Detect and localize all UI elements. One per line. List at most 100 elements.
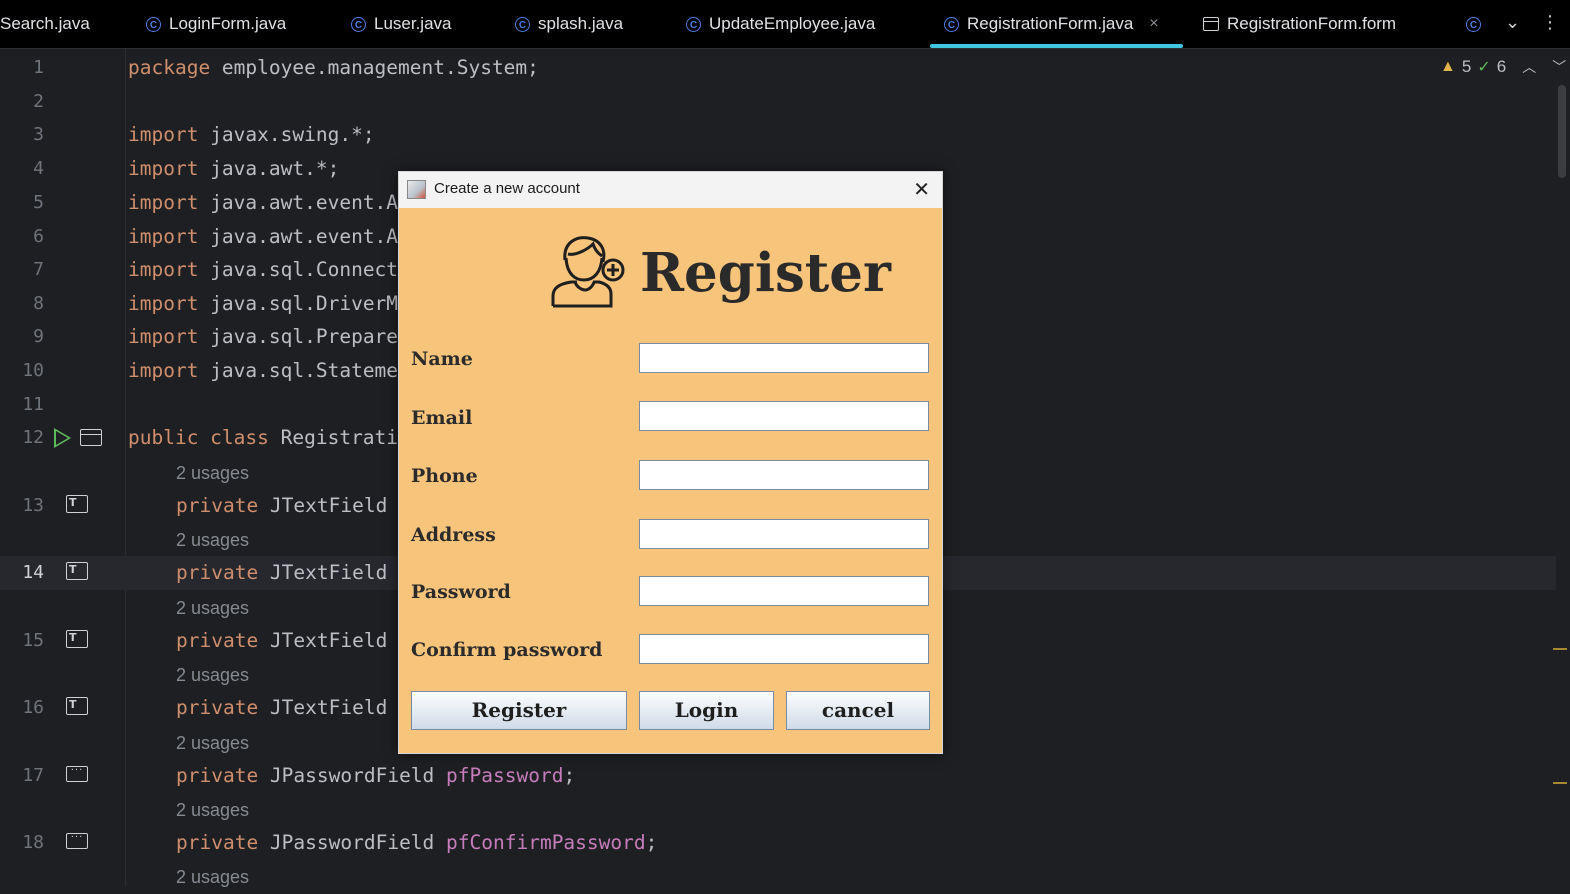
line-number: 9 bbox=[33, 326, 44, 347]
user-add-icon bbox=[551, 236, 625, 308]
password-field-icon[interactable]: ··· bbox=[66, 766, 88, 782]
line-number: 15 bbox=[22, 630, 44, 651]
code-text: package employee.management.System; bbox=[128, 56, 539, 79]
code-text: import java.sql.Stateme bbox=[128, 359, 399, 382]
code-text: public class Registrati bbox=[128, 426, 399, 449]
tab-label: RegistrationForm.form bbox=[1227, 14, 1397, 33]
tab-label: UpdateEmployee.java bbox=[709, 14, 876, 33]
name-label: Name bbox=[411, 348, 473, 370]
code-line: 3 import javax.swing.*; bbox=[0, 118, 1556, 152]
tab-registrationform-java[interactable]: C RegistrationForm.java × bbox=[930, 0, 1183, 48]
close-icon[interactable]: ✕ bbox=[913, 177, 930, 201]
code-text: import java.sql.Connect bbox=[128, 258, 399, 281]
tab-search-java[interactable]: Search.java bbox=[0, 0, 90, 48]
tab-updateemployee-java[interactable]: C UpdateEmployee.java bbox=[686, 0, 875, 48]
code-line: 17 ··· private JPasswordField pfPassword… bbox=[0, 759, 1556, 793]
line-number: 17 bbox=[22, 765, 44, 786]
class-icon: C bbox=[146, 16, 161, 32]
name-field[interactable] bbox=[639, 343, 929, 373]
form-icon bbox=[1203, 17, 1219, 31]
textfield-icon[interactable]: T bbox=[66, 495, 88, 513]
usages-hint[interactable]: 2 usages bbox=[176, 726, 249, 760]
usages-hint[interactable]: 2 usages bbox=[176, 860, 249, 894]
tab-label: splash.java bbox=[538, 14, 624, 33]
textfield-icon[interactable]: T bbox=[66, 562, 88, 580]
code-text: import javax.swing.*; bbox=[128, 123, 375, 146]
tab-loginform-java[interactable]: C LoginForm.java bbox=[146, 0, 286, 48]
code-line: 18 ··· private JPasswordField pfConfirmP… bbox=[0, 826, 1556, 860]
login-button[interactable]: Login bbox=[639, 691, 774, 730]
registration-dialog: Create a new account ✕ Register Name Ema… bbox=[398, 171, 943, 754]
phone-field[interactable] bbox=[639, 460, 929, 490]
tab-registrationform-form[interactable]: RegistrationForm.form bbox=[1203, 0, 1396, 48]
line-number: 11 bbox=[22, 394, 44, 415]
line-number: 7 bbox=[33, 259, 44, 280]
code-text: import java.awt.event.A bbox=[128, 225, 399, 248]
class-icon: C bbox=[1466, 16, 1481, 32]
email-label: Email bbox=[411, 407, 473, 429]
code-text: private JTextField bbox=[176, 561, 388, 584]
code-text: private JPasswordField pfConfirmPassword… bbox=[176, 831, 658, 854]
line-number: 2 bbox=[33, 91, 44, 112]
more-vertical-icon[interactable]: ⋮ bbox=[1541, 12, 1559, 33]
class-icon: C bbox=[686, 16, 701, 32]
usages-hint[interactable]: 2 usages bbox=[176, 456, 249, 490]
code-text: private JPasswordField pfPassword; bbox=[176, 764, 576, 787]
confirm-password-label: Confirm password bbox=[411, 639, 603, 661]
tab-luser-java[interactable]: C Luser.java bbox=[351, 0, 452, 48]
usages-hint[interactable]: 2 usages bbox=[176, 658, 249, 692]
run-icon[interactable] bbox=[54, 428, 71, 448]
class-icon: C bbox=[515, 16, 530, 32]
textfield-icon[interactable]: T bbox=[66, 697, 88, 715]
address-label: Address bbox=[411, 524, 496, 546]
code-text: private JTextField bbox=[176, 629, 388, 652]
confirm-password-field[interactable] bbox=[639, 634, 929, 664]
class-icon: C bbox=[944, 16, 959, 32]
code-text: private JTextField bbox=[176, 494, 388, 517]
code-line: 1 package employee.management.System; bbox=[0, 51, 1556, 85]
code-text: private JTextField bbox=[176, 696, 388, 719]
dialog-titlebar[interactable]: Create a new account ✕ bbox=[399, 172, 942, 208]
register-button[interactable]: Register bbox=[411, 691, 627, 730]
tab-label: Luser.java bbox=[374, 14, 452, 33]
line-number: 16 bbox=[22, 697, 44, 718]
code-text: import java.sql.DriverM bbox=[128, 292, 399, 315]
code-text: import java.sql.Prepare bbox=[128, 325, 399, 348]
tab-label: LoginForm.java bbox=[169, 14, 287, 33]
email-field[interactable] bbox=[639, 401, 929, 431]
line-number: 6 bbox=[33, 226, 44, 247]
close-tab-icon[interactable]: × bbox=[1149, 15, 1158, 33]
usages-hint[interactable]: 2 usages bbox=[176, 793, 249, 827]
usages-hint[interactable]: 2 usages bbox=[176, 523, 249, 557]
password-label: Password bbox=[411, 581, 511, 603]
line-number: 1 bbox=[33, 57, 44, 78]
line-number: 14 bbox=[22, 562, 44, 583]
form-icon[interactable] bbox=[80, 429, 102, 446]
line-number: 8 bbox=[33, 293, 44, 314]
tab-label: Search.java bbox=[0, 14, 90, 33]
password-field-icon[interactable]: ··· bbox=[66, 833, 88, 849]
line-number: 3 bbox=[33, 124, 44, 145]
editor-tab-bar: Search.java C LoginForm.java C Luser.jav… bbox=[0, 0, 1570, 49]
line-number: 10 bbox=[22, 360, 44, 381]
tab-splash-java[interactable]: C splash.java bbox=[515, 0, 623, 48]
register-heading: Register bbox=[640, 242, 891, 304]
java-app-icon bbox=[407, 180, 426, 199]
tab-overflow-class[interactable]: C bbox=[1466, 0, 1481, 48]
phone-label: Phone bbox=[411, 465, 478, 487]
usages-hint[interactable]: 2 usages bbox=[176, 591, 249, 625]
line-number: 5 bbox=[33, 192, 44, 213]
vertical-scrollbar[interactable] bbox=[1558, 85, 1566, 178]
password-field[interactable] bbox=[639, 576, 929, 606]
textfield-icon[interactable]: T bbox=[66, 630, 88, 648]
line-number: 4 bbox=[33, 158, 44, 179]
cancel-button[interactable]: cancel bbox=[786, 691, 930, 730]
code-text: import java.awt.event.A bbox=[128, 191, 399, 214]
line-number: 13 bbox=[22, 495, 44, 516]
address-field[interactable] bbox=[639, 519, 929, 549]
code-line: 2 bbox=[0, 85, 1556, 119]
line-number: 18 bbox=[22, 832, 44, 853]
class-icon: C bbox=[351, 16, 366, 32]
chevron-down-icon[interactable]: ⌄ bbox=[1505, 12, 1520, 33]
tab-label: RegistrationForm.java bbox=[967, 14, 1134, 33]
